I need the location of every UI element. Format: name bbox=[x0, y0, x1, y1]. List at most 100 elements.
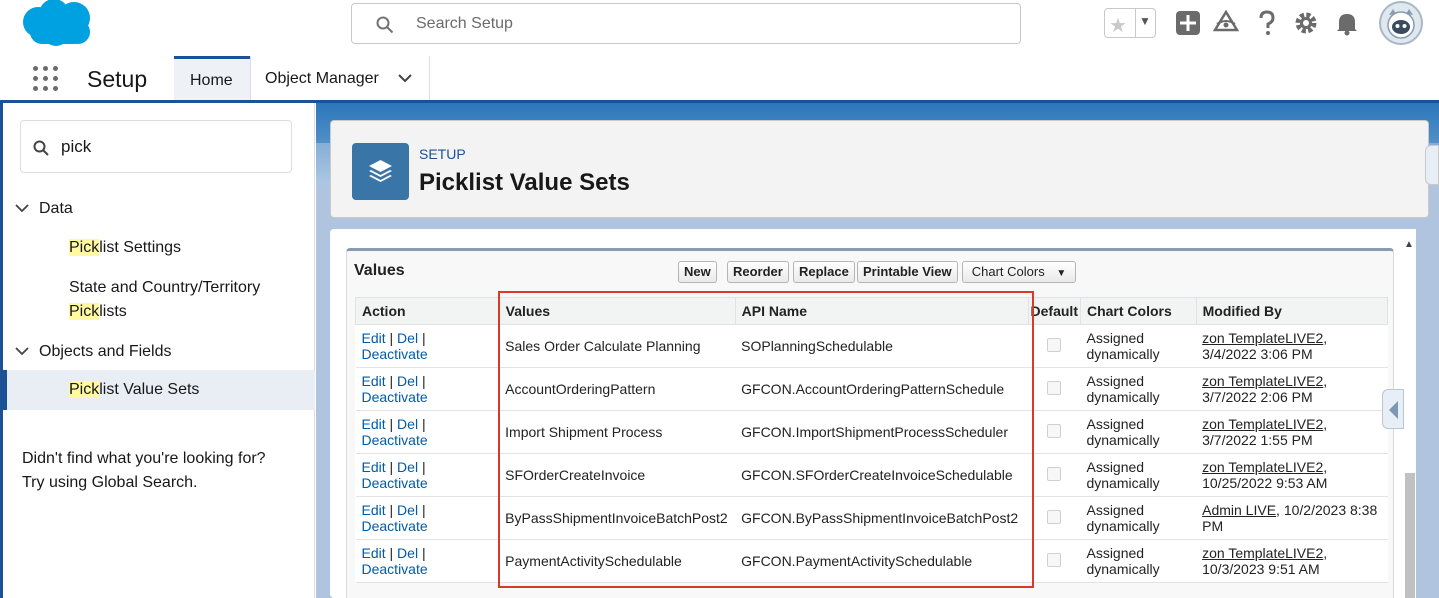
global-search[interactable]: Search Setup bbox=[351, 3, 1021, 44]
sidebar-item-picklist-settings[interactable]: Picklist Settings bbox=[69, 236, 181, 260]
delete-link[interactable]: Del bbox=[397, 459, 418, 475]
chart-colors-text: dynamically bbox=[1086, 561, 1160, 577]
delete-link[interactable]: Del bbox=[397, 373, 418, 389]
chart-colors-text: Assigned bbox=[1086, 502, 1145, 518]
search-placeholder: Search Setup bbox=[416, 15, 513, 32]
value-cell: SFOrderCreateInvoice bbox=[499, 453, 736, 497]
column-header-values[interactable]: Values bbox=[498, 297, 736, 325]
column-header-modified-by: Modified By bbox=[1195, 297, 1389, 325]
tree-section-label: Data bbox=[39, 200, 73, 217]
edit-link[interactable]: Edit bbox=[362, 373, 386, 389]
chevron-down-icon bbox=[15, 347, 29, 356]
edit-link[interactable]: Edit bbox=[362, 502, 386, 518]
edit-link[interactable]: Edit bbox=[362, 416, 386, 432]
tab-object-manager-label: Object Manager bbox=[265, 70, 379, 87]
values-panel: Values New Reorder Replace Printable Vie… bbox=[346, 248, 1394, 598]
deactivate-link[interactable]: Deactivate bbox=[362, 346, 428, 362]
help-icon[interactable] bbox=[1254, 10, 1280, 36]
deactivate-link[interactable]: Deactivate bbox=[362, 389, 428, 405]
scrollbar-thumb[interactable] bbox=[1405, 473, 1415, 598]
not-found-line: Try using Global Search. bbox=[22, 474, 198, 491]
action-cell: Edit | Del | Deactivate bbox=[355, 324, 500, 368]
edit-link[interactable]: Edit bbox=[362, 459, 386, 475]
setup-sidebar: pick Data Picklist Settings State and Co… bbox=[3, 103, 315, 598]
modified-by-separator: , 10/2/2023 8:38 bbox=[1276, 502, 1378, 518]
add-icon[interactable] bbox=[1175, 10, 1201, 36]
search-icon bbox=[33, 140, 49, 156]
default-checkbox bbox=[1047, 380, 1062, 395]
table-row: Edit | Del | Deactivate ByPassShipmentInv… bbox=[355, 496, 1388, 540]
tab-object-manager[interactable]: Object Manager bbox=[250, 56, 430, 100]
modified-by-user-link[interactable]: Admin LIVE bbox=[1202, 502, 1276, 518]
column-header-api-name[interactable]: API Name bbox=[734, 297, 1029, 325]
chart-colors-text: Assigned bbox=[1086, 373, 1145, 389]
favorites-divider bbox=[1135, 9, 1136, 37]
trailhead-icon[interactable] bbox=[1213, 10, 1239, 36]
edit-link[interactable]: Edit bbox=[362, 545, 386, 561]
context-bar: Setup Home Object Manager bbox=[0, 56, 1439, 103]
deactivate-link[interactable]: Deactivate bbox=[362, 475, 428, 491]
separator: | bbox=[421, 459, 426, 475]
printable-view-button[interactable]: Printable View bbox=[857, 261, 958, 283]
reorder-button[interactable]: Reorder bbox=[727, 261, 789, 283]
avatar[interactable] bbox=[1379, 1, 1423, 45]
api-name-cell: GFCON.ByPassShipmentInvoiceBatchPost2 bbox=[735, 496, 1029, 540]
delete-link[interactable]: Del bbox=[397, 545, 418, 561]
deactivate-link[interactable]: Deactivate bbox=[362, 518, 428, 534]
modified-by-cell: zon TemplateLIVE2, 3/7/2022 1:55 PM bbox=[1196, 410, 1388, 454]
delete-link[interactable]: Del bbox=[397, 502, 418, 518]
tab-home[interactable]: Home bbox=[174, 56, 250, 100]
modified-by-user-link[interactable]: zon TemplateLIVE2 bbox=[1202, 373, 1323, 389]
modified-by-user-link[interactable]: zon TemplateLIVE2 bbox=[1202, 330, 1323, 346]
page-eyebrow: SETUP bbox=[419, 146, 466, 162]
separator: | bbox=[389, 416, 394, 432]
page-header: SETUP Picklist Value Sets bbox=[330, 120, 1429, 218]
page-title: Picklist Value Sets bbox=[419, 169, 630, 196]
app-launcher-icon[interactable] bbox=[33, 66, 59, 92]
chart-colors-text: dynamically bbox=[1086, 389, 1160, 405]
favorites-button[interactable]: ★ ▼ bbox=[1104, 8, 1156, 38]
chevron-down-icon[interactable] bbox=[397, 72, 413, 84]
tree-section-objects-fields[interactable]: Objects and Fields bbox=[15, 343, 172, 361]
chart-colors-text: dynamically bbox=[1086, 346, 1160, 362]
salesforce-logo[interactable] bbox=[20, 0, 96, 48]
replace-button[interactable]: Replace bbox=[793, 261, 855, 283]
modified-by-cell: zon TemplateLIVE2, 10/25/2022 9:53 AM bbox=[1196, 453, 1388, 497]
new-button[interactable]: New bbox=[678, 261, 717, 283]
modified-by-separator: , bbox=[1323, 330, 1328, 346]
delete-link[interactable]: Del bbox=[397, 416, 418, 432]
default-cell bbox=[1028, 496, 1081, 540]
chart-colors-cell: Assigned dynamically bbox=[1080, 453, 1197, 497]
sidebar-item-state-country-picklists[interactable]: State and Country/Territory Picklists bbox=[69, 276, 260, 324]
modified-date: 3/7/2022 2:06 PM bbox=[1202, 389, 1313, 405]
not-found-line: Didn't find what you're looking for? bbox=[22, 450, 266, 467]
separator: | bbox=[421, 373, 426, 389]
deactivate-link[interactable]: Deactivate bbox=[362, 561, 428, 577]
default-checkbox bbox=[1047, 466, 1062, 481]
panel-handle[interactable] bbox=[1425, 145, 1439, 185]
gear-icon[interactable] bbox=[1293, 10, 1319, 36]
collapse-handle[interactable] bbox=[1382, 389, 1404, 429]
deactivate-link[interactable]: Deactivate bbox=[362, 432, 428, 448]
action-cell: Edit | Del | Deactivate bbox=[355, 410, 500, 454]
values-table: Action Values API Name Default Chart Col… bbox=[355, 297, 1389, 583]
bell-icon[interactable] bbox=[1334, 10, 1360, 36]
value-cell: PaymentActivitySchedulable bbox=[499, 539, 736, 583]
quick-find-input[interactable]: pick bbox=[20, 120, 292, 173]
modified-by-user-link[interactable]: zon TemplateLIVE2 bbox=[1202, 416, 1323, 432]
chart-colors-dropdown[interactable]: Chart Colors ▼ bbox=[962, 261, 1076, 283]
tree-section-data[interactable]: Data bbox=[15, 200, 73, 218]
chart-colors-label: Chart Colors bbox=[971, 264, 1045, 279]
sidebar-item-picklist-value-sets[interactable]: Picklist Value Sets bbox=[3, 370, 315, 410]
modified-by-user-link[interactable]: zon TemplateLIVE2 bbox=[1202, 545, 1323, 561]
modified-by-user-link[interactable]: zon TemplateLIVE2 bbox=[1202, 459, 1323, 475]
delete-link[interactable]: Del bbox=[397, 330, 418, 346]
chevron-down-icon[interactable]: ▼ bbox=[1139, 14, 1151, 28]
edit-link[interactable]: Edit bbox=[362, 330, 386, 346]
chart-colors-cell: Assigned dynamically bbox=[1080, 539, 1197, 583]
chart-colors-text: dynamically bbox=[1086, 432, 1160, 448]
default-checkbox bbox=[1047, 552, 1062, 567]
action-cell: Edit | Del | Deactivate bbox=[355, 496, 500, 540]
separator: | bbox=[421, 416, 426, 432]
scroll-up-arrow-icon[interactable]: ▲ bbox=[1404, 239, 1414, 250]
